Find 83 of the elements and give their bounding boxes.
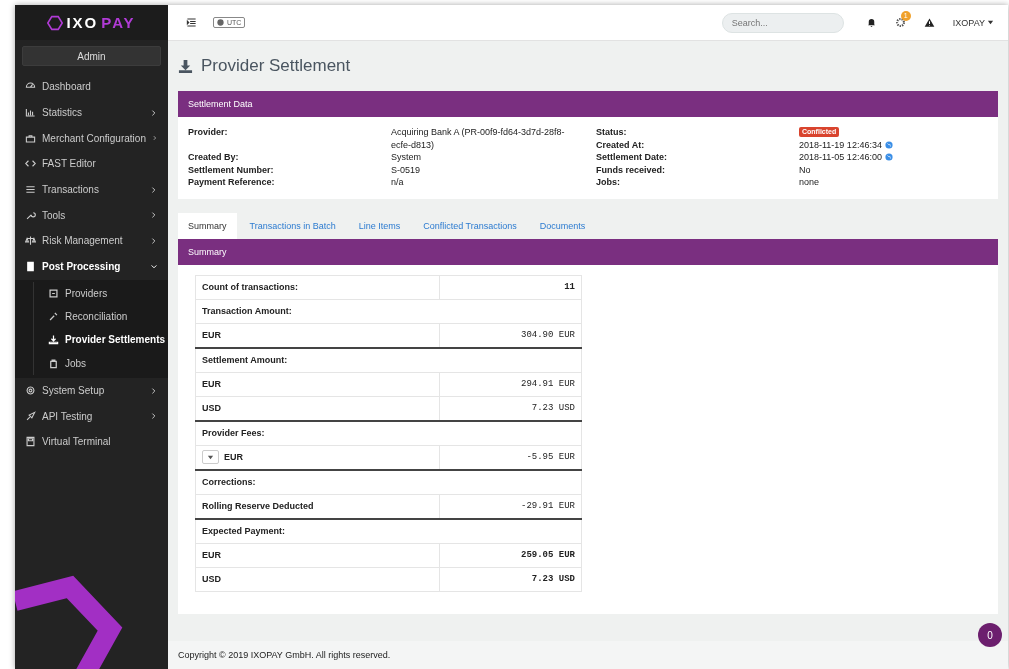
panel-title: Summary [188, 246, 227, 257]
nav-item[interactable]: Dashboard [15, 74, 168, 100]
user-menu[interactable]: IXOPAY [952, 17, 994, 28]
nav-item[interactable]: Statistics [15, 99, 168, 126]
nav-icon [48, 334, 59, 346]
globe-icon [217, 19, 224, 26]
table-cell: 259.05 EUR [439, 543, 582, 568]
nav-item[interactable]: FAST Editor [15, 151, 168, 177]
nav-icon [25, 385, 36, 397]
tab[interactable]: Summary [178, 212, 237, 239]
field-value: No [799, 163, 811, 177]
download-icon [178, 58, 193, 74]
nav-item[interactable]: Transactions [15, 176, 168, 203]
panel-title: Settlement Data [188, 99, 253, 109]
field-label: Created At: [596, 138, 646, 152]
table-cell: USD [202, 403, 221, 414]
tab[interactable]: Documents [529, 212, 596, 239]
nav-icon [25, 410, 36, 422]
nav-icon [25, 261, 36, 273]
table-cell: Settlement Amount: [195, 347, 582, 373]
table-cell: Provider Fees: [195, 420, 582, 446]
table-cell: Transaction Amount: [195, 299, 582, 324]
page-title: Provider Settlement [201, 56, 351, 76]
table-cell: Expected Payment: [195, 518, 582, 544]
expand-toggle[interactable] [202, 450, 219, 465]
warning-icon[interactable] [923, 17, 935, 28]
field-label: Payment Reference: [188, 176, 276, 189]
field-label: Status: [596, 126, 628, 139]
nav-icon [25, 132, 36, 144]
nav-item[interactable]: Virtual Terminal [15, 429, 168, 455]
nav-icon [48, 357, 59, 369]
field-value: System [391, 151, 421, 164]
caret-icon [987, 19, 994, 26]
field-value: 2018-11-19 12:46:34 [799, 138, 882, 152]
nav-item[interactable]: Tools [15, 202, 168, 229]
nav-icon [25, 107, 36, 119]
table-cell: Count of transactions: [195, 275, 440, 300]
tab[interactable]: Conflicted Transactions [413, 212, 527, 239]
hexagon-icon [47, 14, 64, 31]
field-label: Created By: [188, 151, 240, 164]
tab[interactable]: Line Items [348, 212, 411, 239]
nav-item[interactable]: Risk Management [15, 228, 168, 254]
nav-icon [25, 436, 36, 448]
table-cell: 7.23 USD [439, 567, 582, 592]
field-value: n/a [391, 176, 404, 189]
table-cell: USD [202, 574, 221, 585]
field-value: Acquiring Bank A (PR-00f9-fd64-3d7d-28f8-ecfe-d813) [391, 126, 566, 152]
field-label: Settlement Number: [188, 163, 275, 177]
nav-icon [48, 287, 59, 299]
nav-item[interactable]: Post Processing [15, 253, 168, 280]
table-cell: EUR [224, 452, 243, 463]
field-label: Funds received: [596, 163, 667, 177]
nav-icon [25, 209, 36, 221]
nav-icon [25, 184, 36, 196]
field-value: 2018-11-05 12:46:00 [799, 151, 882, 164]
table-cell: EUR [202, 330, 221, 341]
nav-item[interactable]: System Setup [15, 377, 168, 404]
logo: IXO PAY [47, 14, 136, 31]
nav-item[interactable]: Merchant Configuration [15, 125, 168, 152]
settings-icon[interactable] [894, 17, 906, 28]
search-field[interactable]: Search... [721, 12, 844, 33]
field-label: Provider: [188, 126, 229, 139]
table-cell: EUR [202, 550, 221, 561]
nav-icon [48, 310, 59, 322]
field-value: none [799, 176, 820, 189]
field-label: Settlement Date: [596, 151, 668, 164]
table-cell: 11 [439, 275, 582, 300]
table-cell: Rolling Reserve Deducted [202, 501, 314, 512]
role-button[interactable]: Admin [22, 46, 161, 66]
chat-badge[interactable]: 0 [978, 623, 1002, 647]
table-cell: EUR [202, 379, 221, 390]
nav-icon [25, 235, 36, 247]
field-value: S-0519 [391, 163, 421, 177]
globe-icon[interactable] [884, 153, 893, 162]
table-cell: Corrections: [195, 469, 582, 495]
copyright-text: Copyright © 2019 IXOPAY GmbH. All rights reserved. [178, 650, 391, 660]
table-cell: 294.91 EUR [439, 372, 582, 397]
menu-icon[interactable] [186, 17, 197, 28]
globe-icon[interactable] [884, 140, 893, 149]
caret-icon [207, 453, 214, 461]
tab[interactable]: Transactions in Batch [239, 212, 346, 239]
field-label: Jobs: [596, 176, 621, 189]
nav-item[interactable]: API Testing [15, 403, 168, 430]
